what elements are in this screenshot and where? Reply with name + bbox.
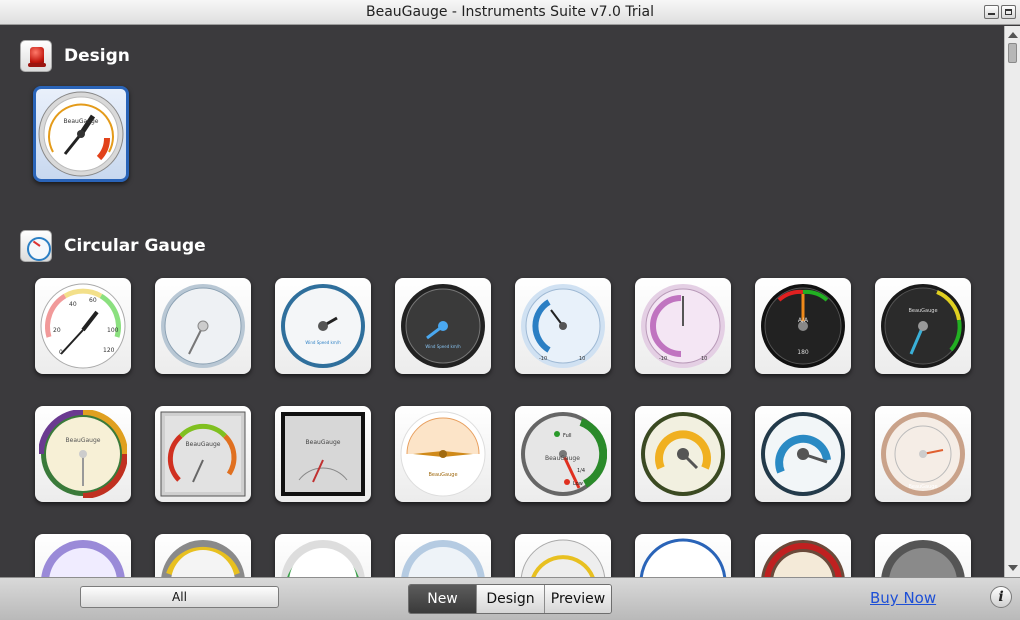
gauge-preview-icon: Wind Speed km/h	[281, 284, 365, 368]
bottom-toolbar: All New Design Preview Buy Now i	[0, 577, 1020, 620]
maximize-icon[interactable]	[1001, 5, 1016, 19]
gauge-caption: BeauGauge	[66, 437, 101, 444]
gauge-tile[interactable]: -10 10	[515, 278, 611, 374]
gauge-caption: A/A	[798, 317, 809, 324]
gauge-preview-icon	[161, 284, 245, 368]
gauge-tile[interactable]: Full 1/4 Low BeauGauge	[515, 406, 611, 502]
gauge-preview-icon	[281, 540, 365, 577]
buy-now-link[interactable]: Buy Now	[870, 589, 936, 607]
svg-text:40: 40	[69, 301, 77, 308]
gauge-tile[interactable]	[755, 534, 851, 577]
design-mode-button[interactable]: Design	[476, 585, 544, 613]
gauge-preview-icon: BeauGauge	[39, 410, 127, 498]
gauge-preview-icon: BeauGauge	[881, 284, 965, 368]
gauge-caption: BeauGauge	[306, 439, 341, 446]
gauge-preview-icon	[639, 538, 727, 577]
mode-segmented-control: New Design Preview	[408, 584, 612, 614]
svg-text:180: 180	[797, 349, 809, 356]
gauge-tile[interactable]	[635, 534, 731, 577]
gauge-preview-icon: Wind Speed km/h	[401, 284, 485, 368]
gauge-caption: BeauGauge	[908, 308, 937, 314]
gauge-tile[interactable]	[155, 534, 251, 577]
gauge-tile[interactable]	[155, 278, 251, 374]
gauge-preview-icon	[41, 540, 125, 577]
svg-text:10: 10	[579, 356, 585, 362]
gauge-preview-icon: Full 1/4 Low BeauGauge	[521, 412, 607, 496]
gauge-preview-icon	[881, 540, 965, 577]
gauge-preview-icon	[401, 540, 485, 577]
gauge-tile[interactable]: -10 10	[635, 278, 731, 374]
gauge-tile[interactable]	[755, 406, 851, 502]
window-title: BeauGauge - Instruments Suite v7.0 Trial	[365, 4, 654, 20]
gauge-tile[interactable]: Wind Speed km/h	[395, 278, 491, 374]
svg-text:10: 10	[701, 356, 707, 362]
gauge-tile[interactable]: A/A 180	[755, 278, 851, 374]
gauge-tile[interactable]	[515, 534, 611, 577]
gauge-label-quarter: 1/4	[577, 468, 585, 474]
title-bar: BeauGauge - Instruments Suite v7.0 Trial	[0, 0, 1020, 25]
gauge-preview-icon: BeauGauge	[38, 91, 124, 177]
svg-text:100: 100	[107, 327, 119, 334]
gauge-brand-label: BeauGauge	[64, 118, 99, 125]
gauge-preview-icon: 40 60 20 100 120 0	[40, 283, 126, 369]
gauge-caption: BeauGauge	[908, 484, 937, 490]
gauge-preview-icon	[761, 540, 845, 577]
circular-gauge-icon	[20, 230, 52, 262]
gauge-tile[interactable]: 40 60 20 100 120 0	[35, 278, 131, 374]
gauge-preview-icon	[761, 412, 845, 496]
gauge-caption: BeauGauge	[428, 472, 457, 478]
pushpin-icon	[20, 40, 52, 72]
section-header-design: Design	[20, 40, 130, 72]
gauge-tile[interactable]: Wind Speed km/h	[275, 278, 371, 374]
gauge-preview-icon: BeauGauge	[281, 412, 365, 496]
svg-text:20: 20	[53, 327, 61, 334]
gallery-scroll-area[interactable]: Design BeauGauge Circular Gauge 40 60 20…	[0, 26, 1004, 577]
design-gauge-tile[interactable]: BeauGauge	[33, 86, 129, 182]
gauge-tile[interactable]: BeauGauge	[875, 406, 971, 502]
gauge-tile[interactable]: BeauGauge	[875, 278, 971, 374]
gauge-preview-icon: BeauGauge	[400, 411, 486, 497]
svg-text:120: 120	[103, 347, 115, 354]
gauge-tile[interactable]	[635, 406, 731, 502]
section-title-circular-gauge: Circular Gauge	[64, 236, 206, 256]
scroll-down-icon[interactable]	[1008, 565, 1018, 571]
gauge-preview-icon: -10 10	[641, 284, 725, 368]
gauge-preview-icon: BeauGauge	[160, 411, 246, 497]
gauge-tile[interactable]: BeauGauge	[275, 406, 371, 502]
svg-text:0: 0	[59, 349, 63, 356]
svg-text:-10: -10	[659, 356, 667, 362]
gauge-tile[interactable]: BeauGauge	[35, 406, 131, 502]
preview-mode-button[interactable]: Preview	[544, 585, 611, 613]
section-title-design: Design	[64, 46, 130, 66]
new-mode-button[interactable]: New	[409, 585, 476, 613]
gauge-tile[interactable]: BeauGauge	[395, 406, 491, 502]
gauge-preview-icon: -10 10	[521, 284, 605, 368]
gauge-caption: Wind Speed km/h	[305, 340, 341, 345]
info-icon[interactable]: i	[990, 586, 1012, 608]
gauge-preview-icon	[641, 412, 725, 496]
gauge-preview-icon: BeauGauge	[881, 412, 965, 496]
gauge-caption: BeauGauge	[545, 455, 580, 462]
gauge-tile[interactable]	[35, 534, 131, 577]
gauge-caption: BeauGauge	[186, 441, 221, 448]
gauge-tile[interactable]	[875, 534, 971, 577]
svg-text:-10: -10	[539, 356, 547, 362]
gauge-preview-icon: A/A 180	[761, 284, 845, 368]
minimize-icon[interactable]	[984, 5, 999, 19]
svg-text:60: 60	[89, 297, 97, 304]
gauge-tile[interactable]: BeauGauge	[155, 406, 251, 502]
scroll-up-icon[interactable]	[1008, 32, 1018, 38]
vertical-scrollbar[interactable]	[1004, 26, 1020, 577]
all-filter-button[interactable]: All	[80, 586, 279, 608]
section-header-circular-gauge: Circular Gauge	[20, 230, 206, 262]
gauge-preview-icon	[161, 540, 245, 577]
gauge-preview-icon	[520, 539, 606, 577]
gauge-label-low: Low	[573, 481, 583, 487]
gauge-tile[interactable]	[275, 534, 371, 577]
gauge-tile[interactable]	[395, 534, 491, 577]
scroll-thumb[interactable]	[1008, 43, 1017, 63]
gauge-label-full: Full	[563, 433, 572, 439]
gauge-caption: Wind Speed km/h	[425, 344, 461, 349]
